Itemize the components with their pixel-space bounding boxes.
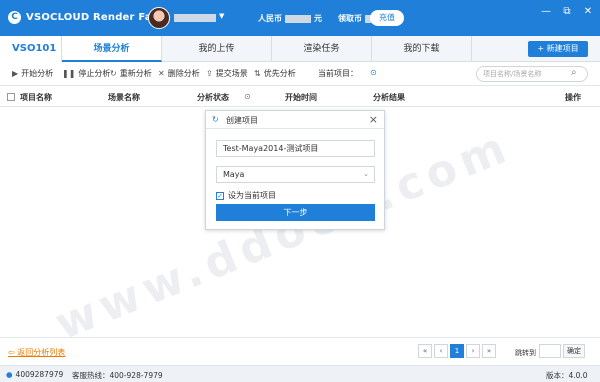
- maximize-icon[interactable]: ⧉: [561, 6, 573, 17]
- tab-render-tasks[interactable]: 渲染任务: [272, 36, 372, 62]
- minimize-icon[interactable]: —: [540, 6, 552, 17]
- stop-analysis-button[interactable]: ❚❚ 停止分析: [62, 68, 110, 79]
- toolbar: ▶ 开始分析 ❚❚ 停止分析 ↻ 重新分析 ✕ 删除分析 ⇪ 提交场景 ⇅ 优先分析 当前项…: [0, 62, 600, 86]
- chevron-down-icon: ⌄: [363, 170, 369, 178]
- upload-icon: ⇪: [206, 69, 213, 78]
- username-redacted: [174, 14, 216, 22]
- page-button[interactable]: 1: [450, 344, 464, 358]
- footer: ⇦ 返回分析列表 « ‹ 1 › » 跳转到 确定: [0, 337, 600, 365]
- col-analysis-result[interactable]: 分析结果: [373, 92, 405, 103]
- rmb-value-redacted: [285, 14, 311, 23]
- priority-analysis-button[interactable]: ⇅ 优先分析: [254, 68, 296, 79]
- pause-icon: ❚❚: [62, 69, 76, 78]
- dialog-header: ↻ 创建项目 ×: [206, 111, 384, 129]
- back-to-list-link[interactable]: ⇦ 返回分析列表: [8, 347, 65, 358]
- jump-to-label: 跳转到: [515, 349, 536, 357]
- col-project-name[interactable]: 项目名称: [20, 92, 52, 103]
- prev-page-button[interactable]: ‹: [434, 344, 448, 358]
- close-icon[interactable]: ✕: [582, 6, 594, 17]
- tab-my-uploads[interactable]: 我的上传: [162, 36, 272, 62]
- first-page-button[interactable]: «: [418, 344, 432, 358]
- start-analysis-button[interactable]: ▶ 开始分析: [12, 68, 53, 79]
- status-filter-icon[interactable]: ⊙: [244, 92, 251, 101]
- submit-scene-button[interactable]: ⇪ 提交场景: [206, 68, 248, 79]
- recharge-button[interactable]: 充值: [370, 10, 404, 26]
- submit-scene-label: 提交场景: [215, 69, 248, 78]
- qq-number: 4009287979: [15, 370, 64, 379]
- back-icon: ⇦: [8, 348, 15, 357]
- col-scene-name[interactable]: 场景名称: [108, 92, 140, 103]
- close-icon[interactable]: ×: [369, 113, 378, 126]
- checkmark-icon: ✓: [216, 191, 224, 200]
- col-actions: 操作: [565, 93, 581, 102]
- search-icon[interactable]: ⌕: [571, 67, 577, 78]
- delete-analysis-label: 删除分析: [167, 69, 200, 78]
- next-page-button[interactable]: ›: [466, 344, 480, 358]
- reanalyze-label: 重新分析: [119, 69, 152, 78]
- qq-icon: ●: [6, 370, 13, 379]
- delete-icon: ✕: [158, 69, 165, 78]
- dialog-title: 创建项目: [226, 116, 258, 125]
- table-header: 项目名称 场景名称 分析状态 ⊙ 开始时间 分析结果 操作: [0, 87, 600, 107]
- software-select[interactable]: Maya ⌄: [216, 166, 375, 183]
- play-icon: ▶: [12, 69, 19, 78]
- stop-analysis-label: 停止分析: [78, 69, 111, 78]
- jump-confirm-button[interactable]: 确定: [563, 344, 585, 358]
- rmb-unit: 元: [314, 14, 322, 23]
- window-controls: — ⧉ ✕: [540, 6, 594, 17]
- refresh-icon: ↻: [110, 69, 117, 78]
- credit-label: 领取币: [338, 14, 362, 23]
- main-tabs: VSO101 场景分析 我的上传 渲染任务 我的下载 + 新建项目: [0, 36, 600, 62]
- software-value: Maya: [223, 170, 245, 179]
- col-analysis-status[interactable]: 分析状态: [197, 92, 229, 103]
- next-step-button[interactable]: 下一步: [216, 204, 375, 221]
- col-start-time[interactable]: 开始时间: [285, 92, 317, 103]
- brand-tab[interactable]: VSO101: [0, 36, 62, 62]
- status-bar: ● 4009287979 客服热线：400-928-7979 版本：4.0.0: [0, 365, 600, 382]
- set-current-project-label: 设为当前项目: [228, 191, 276, 200]
- target-icon[interactable]: ⊙: [370, 68, 377, 77]
- jump-page-input[interactable]: [539, 344, 561, 358]
- create-project-dialog: ↻ 创建项目 × Test-Maya2014-测试项目 Maya ⌄ ✓ 设为当…: [205, 110, 385, 230]
- select-all-checkbox[interactable]: [7, 93, 15, 101]
- avatar[interactable]: [148, 7, 170, 29]
- new-project-button[interactable]: + 新建项目: [528, 41, 588, 57]
- start-analysis-label: 开始分析: [21, 69, 54, 78]
- app-title: VSOCLOUD Render Farm: [26, 12, 168, 23]
- title-bar: C VSOCLOUD Render Farm ▼ 人民币 元 领取币 充值 — …: [0, 0, 600, 36]
- project-icon: ↻: [212, 115, 219, 124]
- chevron-down-icon[interactable]: ▼: [219, 12, 224, 20]
- pagination: « ‹ 1 › »: [418, 344, 496, 358]
- set-current-project-checkbox[interactable]: ✓ 设为当前项目: [216, 190, 276, 201]
- rmb-label: 人民币: [258, 14, 282, 23]
- delete-analysis-button[interactable]: ✕ 删除分析: [158, 68, 200, 79]
- priority-icon: ⇅: [254, 69, 261, 78]
- app-logo: C VSOCLOUD Render Farm: [8, 11, 168, 24]
- reanalyze-button[interactable]: ↻ 重新分析: [110, 68, 152, 79]
- version-text: 版本：4.0.0: [546, 371, 588, 380]
- tab-scene-analysis[interactable]: 场景分析: [62, 36, 162, 62]
- priority-analysis-label: 优先分析: [263, 69, 296, 78]
- logo-icon: C: [8, 11, 21, 24]
- current-project-label: 当前项目：: [318, 69, 358, 78]
- project-name-input[interactable]: Test-Maya2014-测试项目: [216, 140, 375, 157]
- qq-contact[interactable]: ● 4009287979: [6, 370, 63, 379]
- tab-my-downloads[interactable]: 我的下载: [372, 36, 472, 62]
- back-to-list-label: 返回分析列表: [17, 348, 66, 357]
- hotline-text: 客服热线：400-928-7979: [72, 371, 163, 380]
- last-page-button[interactable]: »: [482, 344, 496, 358]
